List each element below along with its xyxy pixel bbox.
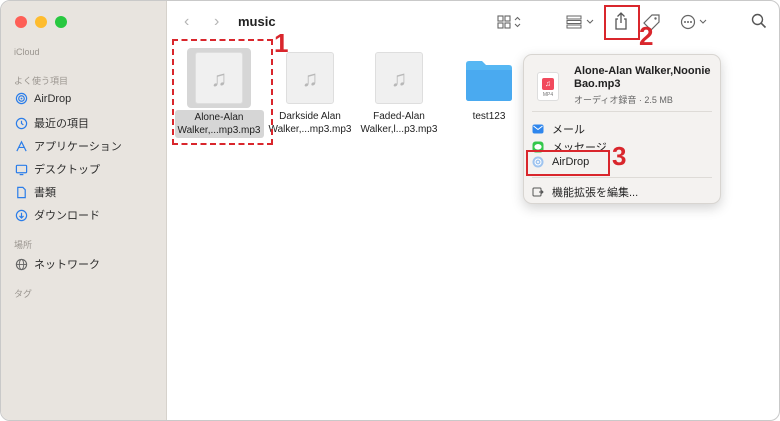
- annotation-box-share: [604, 5, 640, 40]
- share-file-title: Alone-Alan Walker,Noonie Bao.mp3: [574, 65, 711, 90]
- menu-item-label: 機能拡張を編集...: [552, 187, 639, 199]
- audio-file-icon: ♫: [286, 52, 334, 104]
- sidebar-section-icloud: iCloud: [14, 47, 40, 57]
- sidebar-item-network[interactable]: ネットワーク: [15, 256, 100, 272]
- sidebar-item-label: デスクトップ: [34, 164, 100, 176]
- sidebar-item-desktop[interactable]: デスクトップ: [15, 161, 100, 177]
- download-icon: [15, 209, 28, 221]
- sidebar-section-tags: タグ: [14, 289, 33, 299]
- finder-window: iCloud よく使う項目 AirDrop 最近の項目 アプリケーション デスク…: [0, 0, 780, 421]
- sidebar-item-label: ダウンロード: [34, 210, 100, 222]
- back-button[interactable]: ‹: [184, 13, 189, 31]
- mp4-file-icon: ♫ MP4: [537, 72, 559, 101]
- share-menu-item-mail[interactable]: メール: [532, 121, 585, 137]
- share-menu: ♫ MP4 Alone-Alan Walker,Noonie Bao.mp3 オ…: [523, 54, 721, 204]
- sidebar-section-favorites: よく使う項目: [14, 76, 69, 86]
- more-actions-icon[interactable]: [680, 14, 710, 30]
- callout-number-2: 2: [639, 21, 654, 51]
- close-button[interactable]: [15, 16, 27, 28]
- menu-divider: [532, 111, 712, 112]
- document-icon: [17, 186, 26, 198]
- sidebar-item-label: 書類: [34, 187, 56, 199]
- callout-number-1: 1: [274, 28, 289, 58]
- sidebar-item-airdrop[interactable]: AirDrop: [15, 92, 71, 105]
- file-item[interactable]: ♫ Darkside Alan Walker,...mp3.mp3: [260, 52, 360, 136]
- extensions-icon: [532, 187, 544, 197]
- sidebar-item-label: 最近の項目: [34, 118, 89, 130]
- file-name-line1: Faded-Alan: [373, 111, 425, 122]
- file-name-line2: Walker,l...p3.mp3: [360, 124, 438, 135]
- applications-icon: [16, 140, 27, 151]
- sidebar-section-locations: 場所: [14, 240, 33, 250]
- sidebar-item-label: ネットワーク: [34, 259, 100, 271]
- file-item[interactable]: ♫ Faded-Alan Walker,l...p3.mp3: [349, 52, 449, 136]
- file-ext-label: MP4: [542, 92, 554, 98]
- callout-number-3: 3: [612, 141, 627, 171]
- toolbar: ‹ › music: [167, 1, 779, 43]
- window-title: music: [238, 14, 276, 29]
- sidebar-item-applications[interactable]: アプリケーション: [15, 138, 122, 154]
- view-grid-icon[interactable]: [497, 15, 525, 29]
- folder-icon: [466, 61, 512, 101]
- share-menu-item-edit-extensions[interactable]: 機能拡張を編集...: [532, 184, 638, 200]
- sidebar-item-downloads[interactable]: ダウンロード: [15, 207, 100, 223]
- group-icon[interactable]: [566, 15, 598, 29]
- minimize-button[interactable]: [35, 16, 47, 28]
- mail-icon: [532, 124, 544, 134]
- share-file-subtitle: オーディオ録音 · 2.5 MB: [574, 95, 673, 105]
- window-controls: [15, 16, 67, 28]
- sidebar-item-label: AirDrop: [34, 92, 72, 105]
- airdrop-icon: [15, 92, 28, 105]
- sidebar: iCloud よく使う項目 AirDrop 最近の項目 アプリケーション デスク…: [1, 1, 167, 420]
- menu-item-label: メール: [552, 124, 585, 136]
- sidebar-item-recents[interactable]: 最近の項目: [15, 115, 89, 131]
- network-icon: [15, 258, 28, 270]
- menu-divider: [532, 177, 712, 178]
- annotation-box-file: [172, 39, 273, 145]
- clock-icon: [15, 117, 28, 129]
- desktop-icon: [15, 164, 28, 175]
- file-name-line2: Walker,...mp3.mp3: [268, 124, 352, 135]
- file-name-line1: Darkside Alan: [279, 111, 341, 122]
- search-icon[interactable]: [751, 13, 767, 29]
- annotation-box-airdrop: [526, 150, 610, 176]
- sidebar-item-documents[interactable]: 書類: [15, 184, 56, 200]
- sidebar-item-label: アプリケーション: [34, 141, 122, 153]
- zoom-button[interactable]: [55, 16, 67, 28]
- audio-file-icon: ♫: [375, 52, 423, 104]
- forward-button[interactable]: ›: [214, 13, 219, 31]
